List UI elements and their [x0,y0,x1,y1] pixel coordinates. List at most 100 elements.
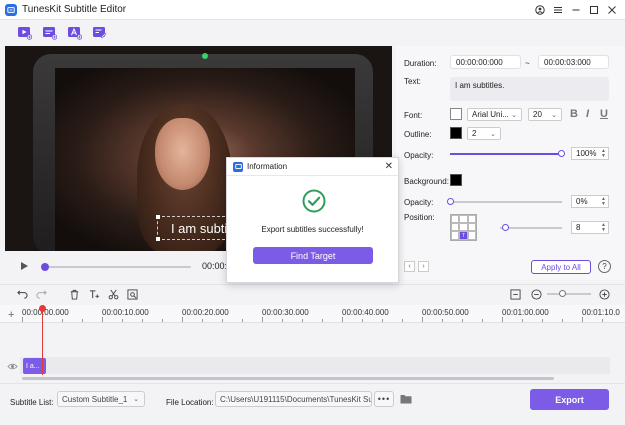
position-thumb[interactable] [501,224,509,231]
file-location-label: File Location: [166,398,214,407]
position-cell[interactable] [459,223,468,231]
success-check-icon [302,189,326,213]
bold-button[interactable]: B [570,108,578,120]
italic-button[interactable]: I [586,108,589,120]
fit-timeline-icon[interactable] [509,288,521,300]
outline-size-select[interactable]: 2 ⌄ [467,127,501,140]
ruler-tick [342,317,343,322]
chevron-down-icon: ⌄ [133,396,139,403]
browse-button[interactable]: ••• [374,391,394,407]
spinner-icon[interactable]: ▲ ▼ [601,223,606,233]
folder-icon[interactable] [400,394,412,404]
underline-button[interactable]: U [600,108,608,120]
ruler-tick [402,319,403,322]
background-opacity-thumb[interactable] [447,198,454,205]
background-color-swatch[interactable] [450,174,462,186]
zoom-in-icon[interactable] [598,288,610,300]
add-text-tool-icon[interactable] [88,288,100,300]
subtitle-track[interactable] [20,357,610,374]
text-opacity-slider[interactable] [450,150,565,157]
minimize-icon[interactable] [567,2,585,18]
zoom-out-icon[interactable] [530,288,542,300]
spinner-icon[interactable]: ▲ ▼ [601,149,606,159]
position-cell[interactable] [451,231,459,240]
position-field[interactable]: 8 ▲ ▼ [571,221,609,234]
redo-icon[interactable] [35,288,47,300]
prev-subtitle-icon[interactable]: ‹ [404,261,415,272]
playhead-handle[interactable] [39,305,46,312]
seek-thumb[interactable] [41,263,49,271]
ruler-tick [542,319,543,322]
subtitle-text-input[interactable]: I am subtitles. [450,77,609,101]
duration-start-field[interactable]: 00:00:00:000 [450,55,521,69]
delete-icon[interactable] [68,288,80,300]
ruler-tick [162,319,163,322]
title-bar: TunesKit Subtitle Editor [0,0,625,20]
add-video-icon[interactable] [16,25,32,41]
chevron-down-icon: ⌄ [551,112,557,119]
position-cell[interactable] [451,215,459,223]
ruler-tick [262,317,263,322]
menu-icon[interactable] [549,2,567,18]
position-grid[interactable]: T [450,214,477,241]
timeline-scrollbar[interactable] [22,377,554,380]
subtitle-list-select[interactable]: Custom Subtitle_1 ⌄ [57,391,145,407]
font-label: Font: [404,111,423,120]
position-cell-selected[interactable]: T [459,231,468,240]
maximize-icon[interactable] [585,2,603,18]
outline-size-value: 2 [472,129,477,138]
duration-label: Duration: [404,59,437,68]
undo-icon[interactable] [16,288,28,300]
apply-to-all-button[interactable]: Apply to All [531,260,591,274]
next-subtitle-icon[interactable]: › [418,261,429,272]
background-opacity-slider[interactable] [447,198,562,205]
font-family-select[interactable]: Arial Uni... ⌄ [467,108,522,121]
close-icon[interactable]: ✕ [385,161,393,172]
text-opacity-thumb[interactable] [558,150,565,157]
zoom-thumb[interactable] [559,290,566,297]
export-button[interactable]: Export [530,389,609,410]
position-cell[interactable] [468,231,476,240]
account-icon[interactable] [531,2,549,18]
font-color-swatch[interactable] [450,108,462,120]
resize-handle[interactable] [156,237,160,241]
find-target-button[interactable]: Find Target [253,247,373,264]
position-cell[interactable] [459,215,468,223]
opacity-label: Opacity: [404,151,434,160]
background-opacity-value: 0% [576,197,588,206]
text-opacity-field[interactable]: 100% ▲ ▼ [571,147,609,160]
duration-end-field[interactable]: 00:00:03:000 [538,55,609,69]
position-cell[interactable] [451,223,459,231]
close-icon[interactable] [603,2,621,18]
ruler-tick [362,319,363,322]
locate-icon[interactable] [126,288,138,300]
zoom-slider[interactable] [547,290,591,297]
ruler-tick-label: 00:00:40.000 [342,308,389,317]
outline-color-swatch[interactable] [450,127,462,139]
position-cell[interactable] [468,215,476,223]
eye-icon[interactable] [7,361,18,372]
spinner-icon[interactable]: ▲ ▼ [601,197,606,207]
edit-subtitle-icon[interactable] [91,25,107,41]
background-opacity-field[interactable]: 0% ▲ ▼ [571,195,609,208]
timeline-ruler[interactable]: 00:00:00.000 00:00:10.000 00:00:20.000 00:0… [0,305,625,323]
playhead[interactable] [42,305,43,375]
position-cell[interactable] [468,223,476,231]
add-subtitle-icon[interactable] [41,25,57,41]
resize-handle[interactable] [156,215,160,219]
ruler-tick [202,319,203,322]
ruler-tick [582,317,583,322]
position-label: Position: [404,213,435,222]
position-slider[interactable] [500,224,562,231]
play-icon[interactable] [17,259,31,273]
help-icon[interactable]: ? [598,260,611,273]
font-size-select[interactable]: 20 ⌄ [528,108,562,121]
split-icon[interactable] [107,288,119,300]
add-text-icon[interactable] [66,25,82,41]
position-value: 8 [576,223,581,232]
seek-bar[interactable] [41,263,191,271]
ruler-tick-label: 00:00:20.000 [182,308,229,317]
app-logo-icon [5,3,17,16]
add-track-icon[interactable]: + [8,309,14,321]
file-location-field[interactable]: C:\Users\U191115\Documents\TunesKit Sul [215,391,372,407]
